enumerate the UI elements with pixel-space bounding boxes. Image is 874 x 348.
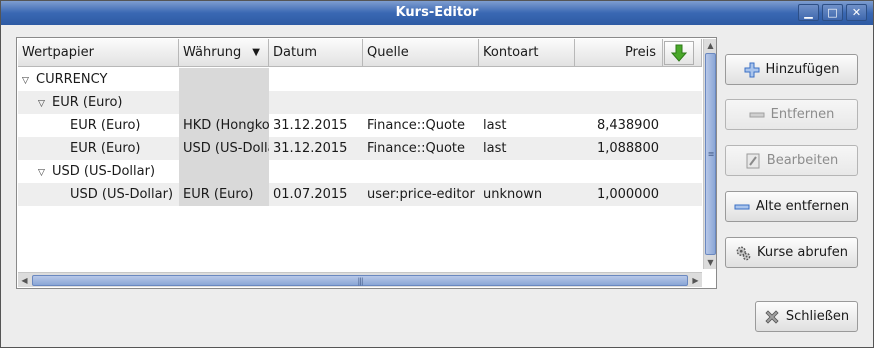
maximize-button[interactable]: □	[822, 4, 843, 21]
expander-expanded-icon[interactable]: ▽	[22, 70, 36, 91]
remove-button[interactable]: Entfernen	[725, 99, 858, 130]
grip-icon: |||	[357, 276, 363, 285]
row-datum: 31.12.2015	[273, 118, 348, 133]
row-quelle: user:price-editor	[367, 187, 475, 202]
expander-expanded-icon[interactable]: ▽	[38, 162, 52, 183]
column-header-preis[interactable]: Preis	[575, 39, 663, 67]
table-row[interactable]: USD (US-Dollar) EUR (Euro) 01.07.2015 us…	[18, 183, 702, 206]
close-button-label: Schließen	[785, 309, 850, 324]
column-header-waehrung-label: Währung	[183, 45, 242, 60]
scroll-down-icon[interactable]: ▼	[704, 256, 717, 269]
row-wertpapier: USD (US-Dollar)	[52, 164, 156, 179]
row-datum: 31.12.2015	[273, 141, 348, 156]
fetch-quotes-button[interactable]: Kurse abrufen	[725, 237, 858, 268]
add-button-label: Hinzufügen	[765, 62, 840, 77]
row-datum: 01.07.2015	[273, 187, 348, 202]
row-waehrung: HKD (Hongkong-Dollar)	[179, 114, 269, 137]
close-window-button[interactable]: ✕	[846, 4, 867, 21]
window-title: Kurs-Editor	[395, 5, 479, 20]
tree-row-usd[interactable]: ▽ USD (US-Dollar)	[18, 160, 702, 183]
horizontal-scrollbar[interactable]: ◀ ||| ▶	[18, 272, 702, 287]
row-waehrung	[179, 68, 269, 91]
minus-icon	[749, 107, 765, 123]
table-header: Wertpapier Währung ▼ Datum Quelle Kontoa…	[18, 39, 702, 67]
scroll-left-icon[interactable]: ◀	[18, 274, 31, 287]
kurs-editor-window: Kurs-Editor ▁ □ ✕ Wertpapier Währung ▼ D…	[0, 0, 874, 348]
row-waehrung	[179, 160, 269, 183]
row-waehrung: USD (US-Dollar)	[179, 137, 269, 160]
grip-icon: ≡	[707, 149, 715, 159]
row-kontoart: last	[483, 118, 507, 133]
row-quelle: Finance::Quote	[367, 118, 466, 133]
row-kontoart: last	[483, 141, 507, 156]
scroll-up-icon[interactable]: ▲	[704, 39, 717, 52]
price-tree[interactable]: Wertpapier Währung ▼ Datum Quelle Kontoa…	[18, 39, 702, 269]
price-tree-container: Wertpapier Währung ▼ Datum Quelle Kontoa…	[16, 37, 717, 289]
row-waehrung	[179, 91, 269, 114]
table-row[interactable]: EUR (Euro) USD (US-Dollar) 31.12.2015 Fi…	[18, 137, 702, 160]
column-chooser-button[interactable]	[664, 41, 694, 65]
plus-icon	[744, 62, 760, 78]
row-waehrung: EUR (Euro)	[179, 183, 269, 206]
minus-icon	[734, 199, 750, 215]
column-header-quelle[interactable]: Quelle	[363, 39, 479, 67]
edit-button-label: Bearbeiten	[766, 153, 839, 168]
row-quelle: Finance::Quote	[367, 141, 466, 156]
column-header-datum[interactable]: Datum	[269, 39, 363, 67]
table-row[interactable]: EUR (Euro) HKD (Hongkong-Dollar) 31.12.2…	[18, 114, 702, 137]
tree-row-currency[interactable]: ▽ CURRENCY	[18, 68, 702, 91]
row-wertpapier: CURRENCY	[36, 72, 108, 87]
row-preis: 1,000000	[596, 187, 659, 202]
edit-button[interactable]: Bearbeiten	[725, 145, 858, 176]
row-wertpapier: EUR (Euro)	[70, 141, 141, 156]
tree-row-eur[interactable]: ▽ EUR (Euro)	[18, 91, 702, 114]
close-button[interactable]: Schließen	[755, 301, 858, 332]
sort-down-icon: ▼	[252, 47, 260, 58]
scroll-right-icon[interactable]: ▶	[689, 274, 702, 287]
gears-icon	[735, 245, 751, 261]
row-preis: 1,088800	[596, 141, 659, 156]
row-wertpapier: USD (US-Dollar)	[70, 187, 174, 202]
edit-icon	[745, 153, 761, 169]
vertical-scroll-thumb[interactable]: ≡	[705, 53, 716, 255]
horizontal-scroll-thumb[interactable]: |||	[32, 275, 688, 286]
green-down-arrow-icon	[671, 44, 687, 62]
column-header-waehrung[interactable]: Währung ▼	[179, 39, 269, 67]
title-bar[interactable]: Kurs-Editor ▁ □ ✕	[1, 1, 873, 25]
remove-old-button[interactable]: Alte entfernen	[725, 191, 858, 222]
row-wertpapier: EUR (Euro)	[70, 118, 141, 133]
vertical-scrollbar[interactable]: ▲ ≡ ▼	[703, 39, 716, 269]
row-wertpapier: EUR (Euro)	[52, 95, 123, 110]
remove-button-label: Entfernen	[770, 107, 835, 122]
column-header-kontoart[interactable]: Kontoart	[479, 39, 575, 67]
close-icon	[764, 309, 780, 325]
column-header-wertpapier[interactable]: Wertpapier	[18, 39, 179, 67]
remove-old-button-label: Alte entfernen	[755, 199, 850, 214]
row-kontoart: unknown	[483, 187, 543, 202]
expander-expanded-icon[interactable]: ▽	[38, 93, 52, 114]
add-button[interactable]: Hinzufügen	[725, 54, 858, 85]
minimize-button[interactable]: ▁	[798, 4, 819, 21]
row-preis: 8,438900	[596, 118, 659, 133]
fetch-quotes-button-label: Kurse abrufen	[757, 245, 848, 260]
